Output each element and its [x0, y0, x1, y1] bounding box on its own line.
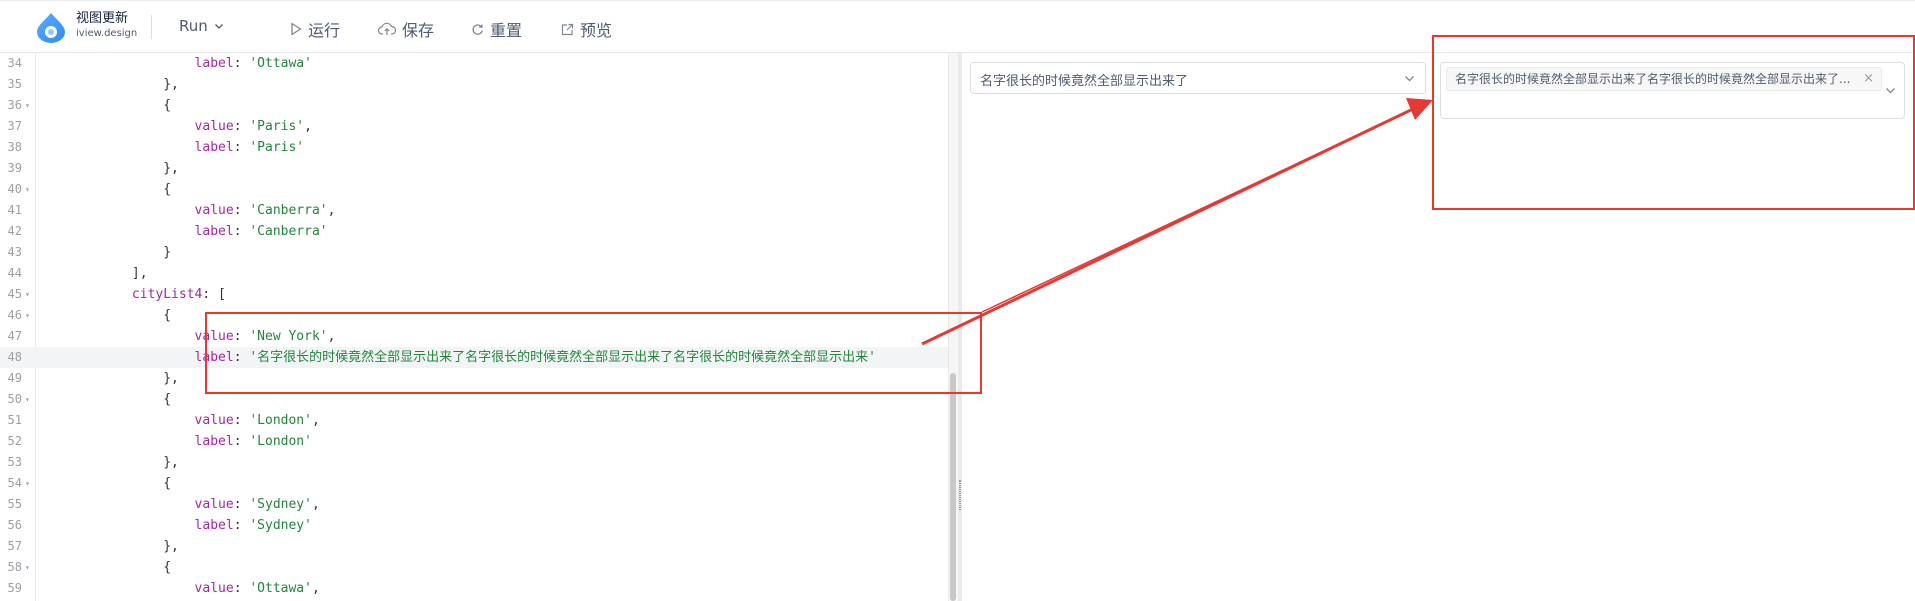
- annotation-arrow-icon: [921, 98, 1433, 346]
